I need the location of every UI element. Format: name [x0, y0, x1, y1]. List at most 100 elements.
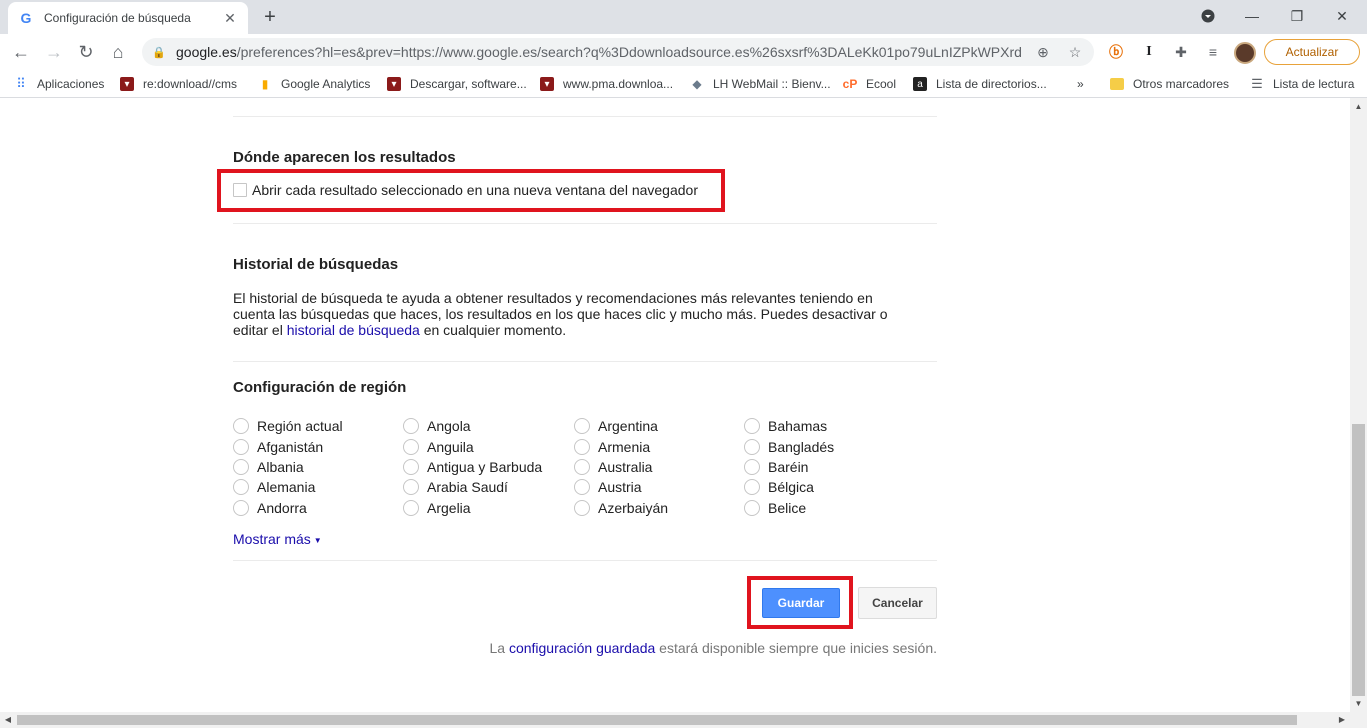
bookmark-item[interactable]: ▾ Descargar, software...	[387, 75, 527, 93]
region-radio[interactable]	[233, 459, 249, 475]
region-option[interactable]: Albania	[233, 458, 304, 476]
region-option[interactable]: Austria	[574, 478, 642, 496]
analytics-icon: ▮	[261, 77, 269, 91]
region-option[interactable]: Azerbaiyán	[574, 499, 668, 517]
show-more-link[interactable]: Mostrar más ▼	[233, 531, 322, 547]
extension-b-icon[interactable]: ⓑ	[1106, 42, 1126, 62]
results-section-title: Dónde aparecen los resultados	[233, 149, 456, 166]
region-option[interactable]: Armenia	[574, 438, 650, 456]
scroll-up-icon[interactable]: ▲	[1350, 98, 1367, 115]
scroll-left-icon[interactable]: ◀	[0, 712, 16, 728]
saved-settings-note: La configuración guardada estará disponi…	[489, 640, 937, 656]
region-radio[interactable]	[574, 500, 590, 516]
region-option[interactable]: Andorra	[233, 499, 307, 517]
download-site-icon: ▾	[540, 77, 554, 91]
bookmark-item[interactable]: cP Ecool	[843, 75, 896, 93]
back-icon[interactable]: ←	[8, 39, 34, 65]
bookmark-item[interactable]: ◆ LH WebMail :: Bienv...	[690, 75, 830, 93]
bookmark-star-icon[interactable]: ☆	[1065, 42, 1085, 62]
bookmark-item[interactable]: a Lista de directorios...	[913, 75, 1047, 93]
vertical-scrollbar[interactable]: ▲ ▼	[1350, 98, 1367, 712]
region-radio[interactable]	[403, 500, 419, 516]
bookmark-item[interactable]: ⠿ Aplicaciones	[14, 75, 104, 93]
region-radio[interactable]	[403, 439, 419, 455]
avatar[interactable]	[1234, 42, 1256, 64]
toolbar: ← → ↻ ⌂ 🔒 google.es/preferences?hl=es&pr…	[0, 34, 1367, 70]
region-radio[interactable]	[744, 479, 760, 495]
minimize-icon[interactable]: —	[1230, 0, 1274, 32]
address-bar[interactable]: 🔒 google.es/preferences?hl=es&prev=https…	[142, 38, 1094, 66]
region-option[interactable]: Angola	[403, 417, 471, 435]
tab-close-icon[interactable]: ✕	[222, 10, 238, 27]
folder-icon	[1110, 78, 1124, 90]
media-control-icon[interactable]: ≡	[1203, 42, 1223, 62]
home-icon[interactable]: ⌂	[105, 39, 131, 65]
region-option[interactable]: Argentina	[574, 417, 658, 435]
region-radio[interactable]	[574, 439, 590, 455]
reload-icon[interactable]: ↻	[73, 39, 99, 65]
region-radio[interactable]	[233, 500, 249, 516]
region-option[interactable]: Bangladés	[744, 438, 834, 456]
extension-i-icon[interactable]: I	[1139, 42, 1159, 62]
tab-strip: G Configuración de búsqueda ✕ + — ❐ ✕	[0, 0, 1367, 34]
region-radio[interactable]	[744, 459, 760, 475]
forward-icon[interactable]: →	[41, 39, 67, 65]
region-radio[interactable]	[403, 459, 419, 475]
other-bookmarks-folder[interactable]: Otros marcadores	[1110, 75, 1229, 93]
history-description: El historial de búsqueda te ayuda a obte…	[233, 290, 888, 338]
region-radio[interactable]	[233, 439, 249, 455]
url-text: google.es/preferences?hl=es&prev=https:/…	[176, 44, 1021, 60]
zoom-icon[interactable]: ⊕	[1033, 42, 1053, 62]
new-tab-button[interactable]: +	[258, 6, 282, 28]
download-site-icon: ▾	[120, 77, 134, 91]
region-option[interactable]: Anguila	[403, 438, 474, 456]
new-window-option[interactable]: Abrir cada resultado seleccionado en una…	[233, 182, 698, 198]
new-window-checkbox[interactable]	[233, 183, 247, 197]
region-option[interactable]: Arabia Saudí	[403, 478, 508, 496]
bookmark-item[interactable]: ▾ re:download//cms	[120, 75, 237, 93]
region-radio[interactable]	[574, 459, 590, 475]
vertical-scroll-thumb[interactable]	[1352, 424, 1365, 696]
region-option[interactable]: Bahamas	[744, 417, 827, 435]
region-radio[interactable]	[574, 479, 590, 495]
tab-active[interactable]: G Configuración de búsqueda ✕	[8, 2, 248, 34]
profile-menu-icon[interactable]	[1186, 0, 1230, 32]
save-button[interactable]: Guardar	[762, 588, 840, 618]
region-radio[interactable]	[233, 418, 249, 434]
region-option[interactable]: Afganistán	[233, 438, 323, 456]
region-radio[interactable]	[574, 418, 590, 434]
saved-settings-link[interactable]: configuración guardada	[509, 640, 655, 656]
region-option[interactable]: Belice	[744, 499, 806, 517]
region-radio[interactable]	[744, 439, 760, 455]
horizontal-scrollbar[interactable]: ◀ ▶	[0, 712, 1367, 728]
region-option[interactable]: Región actual	[233, 417, 343, 435]
bookmark-item[interactable]: ▮ Google Analytics	[258, 75, 371, 93]
horizontal-scroll-thumb[interactable]	[17, 715, 1297, 725]
update-button[interactable]: Actualizar	[1264, 39, 1360, 65]
region-radio[interactable]	[403, 479, 419, 495]
search-history-link[interactable]: historial de búsqueda	[287, 322, 420, 338]
scroll-right-icon[interactable]: ▶	[1334, 712, 1350, 728]
extensions-puzzle-icon[interactable]: ✚	[1171, 42, 1191, 62]
cancel-button[interactable]: Cancelar	[858, 587, 937, 619]
region-option[interactable]: Bélgica	[744, 478, 814, 496]
region-option[interactable]: Australia	[574, 458, 652, 476]
region-option[interactable]: Alemania	[233, 478, 315, 496]
window-close-icon[interactable]: ✕	[1320, 0, 1364, 32]
bookmarks-overflow-button[interactable]: »	[1077, 75, 1084, 93]
region-radio[interactable]	[233, 479, 249, 495]
region-radio[interactable]	[744, 500, 760, 516]
region-radio[interactable]	[744, 418, 760, 434]
bookmark-item[interactable]: ▾ www.pma.downloa...	[540, 75, 673, 93]
region-radio[interactable]	[403, 418, 419, 434]
reading-list[interactable]: ☰ Lista de lectura	[1250, 75, 1354, 93]
region-option[interactable]: Argelia	[403, 499, 471, 517]
region-option[interactable]: Baréin	[744, 458, 808, 476]
divider	[233, 223, 937, 224]
lock-icon[interactable]: 🔒	[152, 46, 166, 59]
restore-icon[interactable]: ❐	[1275, 0, 1319, 32]
region-section-title: Configuración de región	[233, 379, 407, 396]
scroll-down-icon[interactable]: ▼	[1350, 695, 1367, 712]
region-option[interactable]: Antigua y Barbuda	[403, 458, 542, 476]
reading-list-icon: ☰	[1251, 76, 1263, 91]
